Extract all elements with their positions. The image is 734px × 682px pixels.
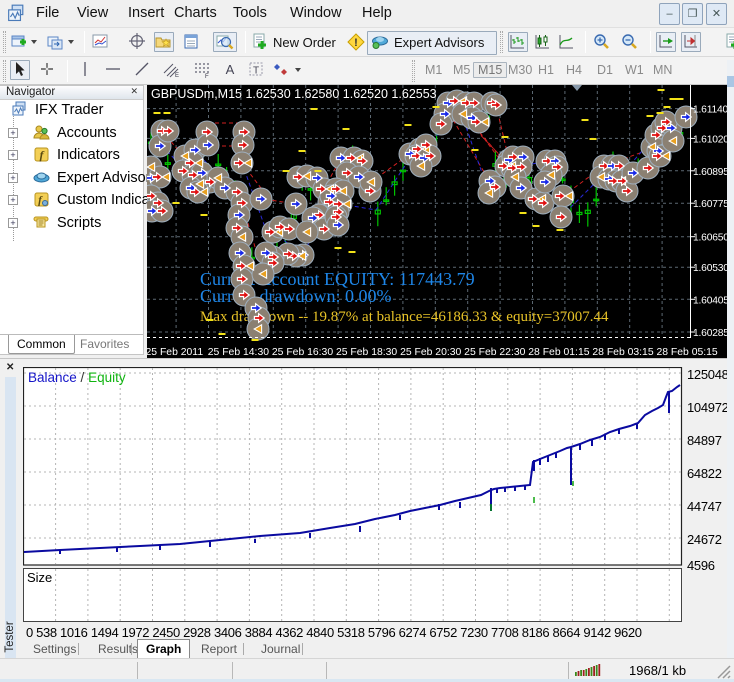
svg-text:1.61020: 1.61020 [693,134,729,145]
svg-text:28 Feb 01:15: 28 Feb 01:15 [528,347,589,358]
svg-text:28 Feb 03:15: 28 Feb 03:15 [592,347,653,358]
svg-text:GBPUSDm,M15 1.62530 1.62580 1: GBPUSDm,M15 1.62530 1.62580 1.62520 1.62… [151,87,437,101]
svg-text:1.60405: 1.60405 [693,295,729,306]
svg-text:25 Feb 22:30: 25 Feb 22:30 [464,347,525,358]
svg-text:1.60895: 1.60895 [693,167,729,178]
svg-text:25 Feb 20:30: 25 Feb 20:30 [400,347,461,358]
svg-text:Balance / Equity: Balance / Equity [28,370,126,385]
svg-text:A: A [226,62,235,77]
svg-text:F: F [205,74,209,79]
svg-text:Size: Size [27,570,52,585]
svg-text:25 Feb 16:30: 25 Feb 16:30 [272,347,333,358]
svg-text:T: T [253,66,259,77]
svg-text:!: ! [354,37,358,49]
svg-text:1.61140: 1.61140 [693,105,729,116]
svg-text:25 Feb 2011: 25 Feb 2011 [147,347,203,358]
svg-text:Current drawdown: 0.00%: Current drawdown: 0.00% [200,286,391,306]
svg-text:25 Feb 18:30: 25 Feb 18:30 [336,347,397,358]
svg-text:1.60650: 1.60650 [693,233,729,244]
svg-text:E: E [175,73,179,79]
svg-text:28 Feb 05:15: 28 Feb 05:15 [656,347,717,358]
svg-text:1.60775: 1.60775 [693,199,729,210]
svg-text:25 Feb 14:30: 25 Feb 14:30 [208,347,269,358]
svg-text:1.60530: 1.60530 [693,263,729,274]
svg-text:1.60285: 1.60285 [693,328,729,339]
